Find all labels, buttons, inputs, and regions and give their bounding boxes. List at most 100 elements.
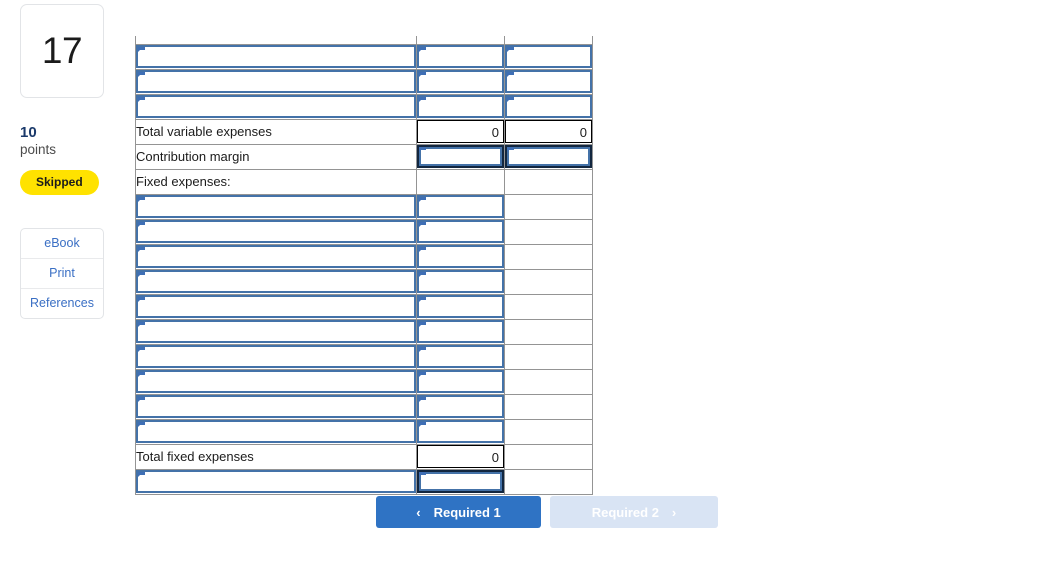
row-col1-cell [416, 36, 505, 45]
worksheet-body: Total variable expenses 0 0 Contribution ma… [135, 36, 593, 495]
row-label: Total fixed expenses [135, 443, 417, 470]
row-col1-input[interactable] [417, 220, 504, 243]
row-col1-cell [416, 193, 505, 220]
row-label-cell [135, 243, 417, 270]
row-col1-input[interactable] [417, 195, 504, 218]
row-col2-cell [504, 143, 593, 170]
row-col1-cell [416, 418, 505, 445]
worksheet-row [135, 393, 593, 420]
row-col2-empty [505, 270, 592, 293]
cell-flag-icon [419, 347, 426, 352]
cell-flag-icon [138, 372, 145, 377]
row-col2-input[interactable] [505, 45, 592, 68]
row-label-input[interactable] [136, 45, 416, 68]
row-col1-cell: 0 [416, 118, 505, 145]
cell-flag-icon [419, 97, 426, 102]
row-col1-empty [417, 170, 504, 193]
row-col2-cell [504, 293, 593, 320]
row-col2-empty [505, 320, 592, 343]
row-col1-input[interactable] [417, 95, 504, 118]
row-col1-cell [416, 93, 505, 120]
cell-flag-icon [419, 397, 426, 402]
row-col2-empty [505, 345, 592, 368]
row-label-input[interactable] [136, 295, 416, 318]
cell-flag-icon [138, 472, 145, 477]
row-label-input[interactable] [136, 420, 416, 443]
row-col1-input[interactable] [417, 395, 504, 418]
question-number-box: 17 [20, 4, 104, 98]
worksheet-row [135, 93, 593, 120]
row-col1-cell [416, 68, 505, 95]
cell-flag-icon [138, 47, 145, 52]
row-label-input[interactable] [136, 195, 416, 218]
row-label-input[interactable] [136, 470, 416, 493]
cell-flag-icon [419, 222, 426, 227]
points-value: 10 [20, 124, 37, 141]
row-col2-empty [505, 470, 592, 493]
worksheet-row: Contribution margin [135, 143, 593, 170]
row-col1-input[interactable] [417, 470, 504, 493]
row-label-input[interactable] [136, 245, 416, 268]
row-col2-cell [504, 443, 593, 470]
worksheet-row: Total variable expenses 0 0 [135, 118, 593, 145]
row-col2-cell [504, 343, 593, 370]
required-2-button[interactable]: Required 2 › [550, 496, 718, 528]
row-col2-input-inner [507, 147, 590, 166]
row-label-cell [135, 268, 417, 295]
row-col1-input-inner [419, 147, 502, 166]
chevron-left-icon: ‹ [416, 504, 421, 520]
row-col1-input[interactable] [417, 145, 504, 168]
worksheet-row [135, 468, 593, 495]
row-col1-input[interactable] [417, 420, 504, 443]
row-col2-cell [504, 243, 593, 270]
row-col2-calculated-value: 0 [505, 120, 592, 143]
row-col1-cell [416, 43, 505, 70]
cell-flag-icon [419, 472, 426, 477]
row-col1-input[interactable] [417, 320, 504, 343]
row-col2-input[interactable] [505, 95, 592, 118]
row-label-input[interactable] [136, 70, 416, 93]
cell-flag-icon [419, 72, 426, 77]
row-col1-input[interactable] [417, 70, 504, 93]
question-page: 17 10 points Skipped eBook Print Referen… [0, 0, 1038, 574]
row-col1-cell: 0 [416, 443, 505, 470]
row-col2-input[interactable] [505, 145, 592, 168]
worksheet-row [135, 193, 593, 220]
row-label-input[interactable] [136, 95, 416, 118]
worksheet-row [135, 68, 593, 95]
worksheet-row [135, 368, 593, 395]
row-col2-cell [504, 393, 593, 420]
row-col1-cell [416, 168, 505, 195]
worksheet-row [135, 268, 593, 295]
references-link[interactable]: References [21, 289, 103, 318]
row-col2-cell [504, 418, 593, 445]
row-label-input[interactable] [136, 220, 416, 243]
ebook-link[interactable]: eBook [21, 229, 103, 259]
row-label-input[interactable] [136, 270, 416, 293]
row-col2-input[interactable] [505, 70, 592, 93]
row-col1-input[interactable] [417, 270, 504, 293]
row-label-input[interactable] [136, 320, 416, 343]
cell-flag-icon [419, 247, 426, 252]
row-col1-input[interactable] [417, 295, 504, 318]
row-label-cell [135, 36, 417, 45]
row-label-input[interactable] [136, 370, 416, 393]
row-label-input[interactable] [136, 395, 416, 418]
worksheet-row [135, 218, 593, 245]
row-col2-empty [505, 445, 592, 468]
row-col2-cell [504, 93, 593, 120]
row-col1-input[interactable] [417, 345, 504, 368]
required-1-button[interactable]: ‹ Required 1 [376, 496, 541, 528]
row-col1-calculated-value: 0 [417, 120, 504, 143]
row-label-cell [135, 418, 417, 445]
cell-flag-icon [138, 72, 145, 77]
cell-flag-icon [138, 222, 145, 227]
cell-flag-icon [419, 422, 426, 427]
print-link[interactable]: Print [21, 259, 103, 289]
row-col1-input[interactable] [417, 245, 504, 268]
row-col2-empty [505, 295, 592, 318]
row-col2-cell [504, 318, 593, 345]
row-col1-input[interactable] [417, 45, 504, 68]
row-col1-input[interactable] [417, 370, 504, 393]
row-label-input[interactable] [136, 345, 416, 368]
